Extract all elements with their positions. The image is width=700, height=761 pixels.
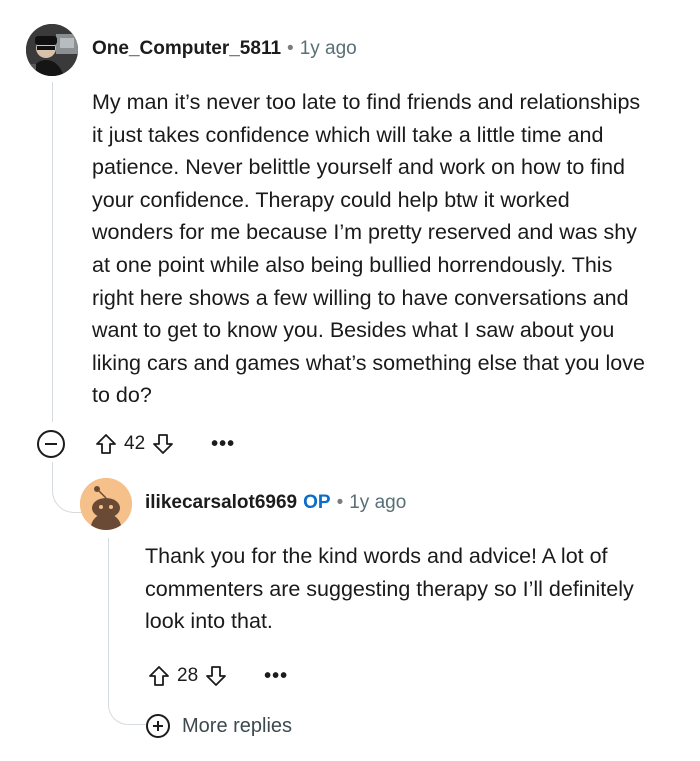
more-options-icon[interactable]: ••• [211, 433, 235, 456]
comment-body: My man it’s never too late to find frien… [92, 86, 652, 412]
more-replies-label: More replies [182, 714, 293, 737]
comment-username[interactable]: One_Computer_5811 [92, 38, 281, 59]
comment-header: One_Computer_5811 • 1y ago [92, 38, 357, 60]
thread-line [52, 82, 53, 422]
vote-count: 42 [124, 433, 146, 454]
vote-count: 28 [177, 665, 199, 686]
reply-body: Thank you for the kind words and advice!… [145, 540, 665, 638]
more-options-icon[interactable]: ••• [264, 665, 288, 688]
user-avatar-image [26, 24, 78, 76]
separator-dot: • [287, 38, 294, 59]
downvote-icon[interactable] [149, 430, 177, 458]
comment-text: My man it’s never too late to find frien… [92, 90, 645, 408]
user-avatar[interactable] [26, 24, 78, 76]
upvote-icon[interactable] [145, 662, 173, 690]
separator-dot: • [336, 492, 344, 513]
reply-text: Thank you for the kind words and advice!… [145, 544, 634, 634]
reply-actions: 28 ••• [145, 662, 288, 690]
plus-circle-icon [146, 714, 170, 738]
downvote-icon[interactable] [202, 662, 230, 690]
collapse-icon[interactable] [37, 430, 65, 458]
reply-username[interactable]: ilikecarsalot6969 [145, 492, 297, 513]
reply-header: ilikecarsalot6969 OP • 1y ago [145, 492, 406, 514]
comment-timestamp[interactable]: 1y ago [300, 38, 357, 59]
op-badge: OP [303, 492, 331, 513]
reply-timestamp[interactable]: 1y ago [349, 492, 406, 513]
comment-actions: 42 ••• [92, 430, 235, 458]
reply-thread-line [108, 538, 109, 688]
more-replies-button[interactable]: More replies [146, 714, 292, 738]
more-replies-connector [108, 688, 147, 725]
snoo-avatar[interactable] [80, 478, 132, 530]
upvote-icon[interactable] [92, 430, 120, 458]
snoo-avatar-image [80, 478, 132, 530]
